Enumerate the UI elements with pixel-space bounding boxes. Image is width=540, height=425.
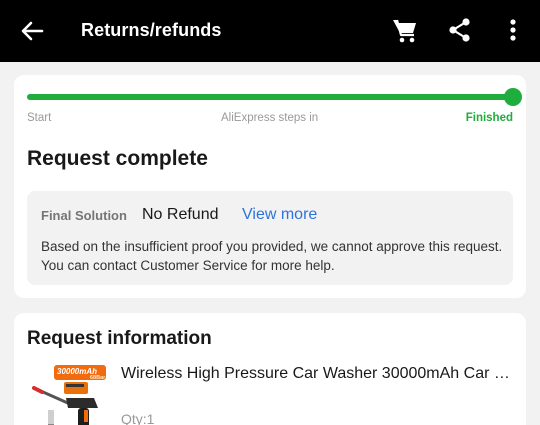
shopping-cart-icon[interactable] [391,16,419,44]
request-information-card: Request information 30000mAh 68Bar Wirel… [14,313,526,425]
step-end-label: Finished [465,112,513,124]
status-card: Start AliExpress steps in Finished Reque… [14,75,526,298]
progress-track [27,88,522,106]
progress-indicator-dot [504,88,522,106]
more-vertical-icon[interactable] [500,17,526,43]
product-thumbnail[interactable]: 30000mAh 68Bar [28,364,108,425]
product-title[interactable]: Wireless High Pressure Car Washer 30000m… [121,365,517,383]
view-more-link[interactable]: View more [242,206,317,224]
badge-pressure-text: 68Bar [90,375,106,381]
share-icon[interactable] [447,17,473,43]
step-start-label: Start [27,112,52,124]
product-quantity: Qty:1 [121,411,155,425]
pressure-washer-image: 30000mAh 68Bar [28,364,108,425]
solution-description: Based on the insufficient proof you prov… [41,239,503,273]
step-middle-label: AliExpress steps in [221,112,319,124]
arrow-left-icon[interactable] [18,17,46,45]
final-solution-label: Final Solution [41,208,127,223]
request-information-heading: Request information [27,328,212,349]
app-bar: Returns/refunds [0,0,540,62]
status-heading: Request complete [27,147,208,170]
final-solution-value: No Refund [142,206,219,223]
page-title: Returns/refunds [81,20,222,40]
final-solution-box: Final Solution No Refund View more Based… [27,191,513,285]
progress-fill [27,94,513,100]
